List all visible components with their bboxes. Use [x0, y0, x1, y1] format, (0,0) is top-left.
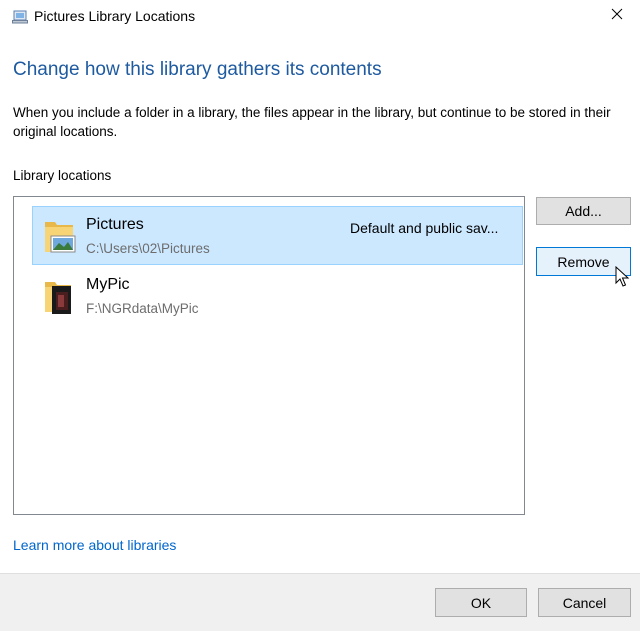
- library-locations-list[interactable]: Pictures C:\Users\02\Pictures Default an…: [13, 196, 525, 515]
- window-title: Pictures Library Locations: [34, 8, 196, 24]
- title-bar: Pictures Library Locations: [0, 0, 640, 34]
- add-button[interactable]: Add...: [536, 197, 631, 225]
- folder-icon: [43, 278, 77, 316]
- library-locations-label: Library locations: [13, 168, 112, 183]
- mouse-cursor-icon: [615, 265, 631, 288]
- learn-more-link[interactable]: Learn more about libraries: [13, 537, 176, 553]
- library-icon: [12, 10, 28, 24]
- ok-button[interactable]: OK: [435, 588, 527, 617]
- location-name: Pictures: [86, 216, 144, 233]
- location-name: MyPic: [86, 276, 130, 293]
- default-save-location-note: Default and public sav...: [350, 220, 499, 236]
- pictures-folder-icon: [43, 218, 77, 256]
- close-button[interactable]: [594, 0, 640, 32]
- location-item-pictures[interactable]: Pictures C:\Users\02\Pictures Default an…: [32, 206, 523, 265]
- cancel-button[interactable]: Cancel: [538, 588, 631, 617]
- close-icon: [611, 7, 623, 25]
- location-path: F:\NGRdata\MyPic: [86, 301, 199, 316]
- location-path: C:\Users\02\Pictures: [86, 241, 210, 256]
- location-item-mypic[interactable]: MyPic F:\NGRdata\MyPic: [32, 266, 523, 325]
- description-text: When you include a folder in a library, …: [13, 105, 611, 139]
- dialog-footer: OK Cancel: [0, 573, 640, 631]
- page-heading: Change how this library gathers its cont…: [13, 59, 382, 80]
